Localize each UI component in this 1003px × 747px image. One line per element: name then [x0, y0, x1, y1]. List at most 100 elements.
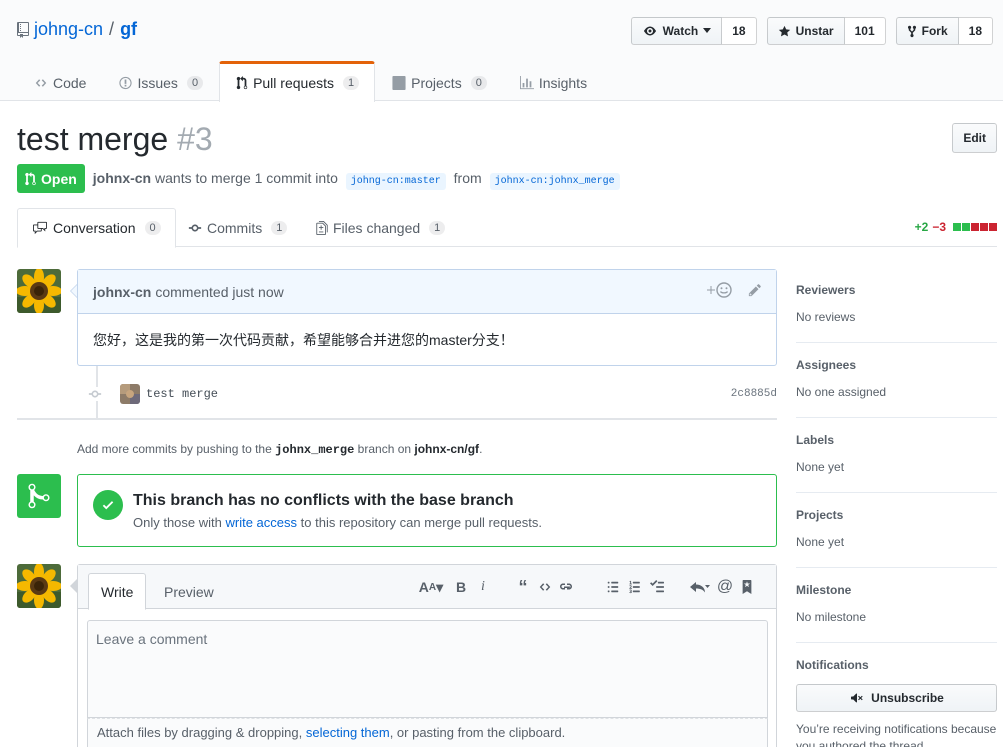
- notification-reason: You’re receiving notifications because y…: [796, 722, 997, 747]
- graph-icon: [519, 75, 534, 89]
- fork-count[interactable]: 18: [958, 17, 993, 45]
- text-size-icon[interactable]: A A ▾: [416, 577, 446, 597]
- add-reaction-icon[interactable]: [707, 282, 732, 298]
- watch-label: Watch: [662, 24, 699, 38]
- select-files-link[interactable]: selecting them: [306, 725, 390, 740]
- repo-owner-link[interactable]: johng-cn: [34, 19, 103, 40]
- sidebar-assignees[interactable]: Assignees No one assigned: [796, 358, 997, 418]
- write-tab[interactable]: Write: [88, 573, 147, 610]
- commit-sha[interactable]: 2c8885d: [731, 388, 777, 400]
- tab-commits[interactable]: Commits 1: [173, 208, 302, 247]
- file-diff-icon: [316, 220, 328, 235]
- sidebar-reviewers[interactable]: Reviewers No reviews: [796, 283, 997, 343]
- reviewers-heading: Reviewers: [796, 283, 856, 297]
- pr-title-text: test merge: [17, 121, 169, 157]
- code-icon[interactable]: [534, 577, 556, 597]
- quote-icon[interactable]: “: [512, 577, 534, 597]
- labels-heading: Labels: [796, 433, 835, 447]
- new-comment-header: Write Preview A A ▾ B i “ @: [78, 565, 776, 610]
- comment-author-link[interactable]: johnx-cn: [93, 284, 151, 300]
- avatar[interactable]: [17, 269, 61, 313]
- labels-value: None yet: [796, 460, 845, 474]
- new-comment-form: Write Preview A A ▾ B i “ @ Leave a comm…: [77, 564, 777, 747]
- bookmark-icon[interactable]: [736, 577, 758, 597]
- pr-meta-text: wants to merge 1 commit into: [155, 170, 338, 186]
- repo-actions: Watch 18 Unstar 101 Fork 18: [621, 17, 993, 45]
- pr-author-link[interactable]: johnx-cn: [93, 170, 151, 186]
- tab-files-changed[interactable]: Files changed 1: [301, 208, 460, 247]
- sunflower-avatar-icon: [17, 269, 61, 313]
- repo-nav: Code Issues 0 Pull requests 1 Projects 0…: [17, 61, 603, 102]
- repo-name-link[interactable]: gf: [120, 19, 137, 40]
- attach-prefix: Attach files by dragging & dropping,: [97, 725, 303, 740]
- assignees-heading: Assignees: [796, 358, 857, 372]
- italic-icon[interactable]: i: [472, 577, 494, 597]
- commits-counter: 1: [271, 220, 288, 235]
- link-icon[interactable]: [556, 577, 578, 597]
- comment-textarea[interactable]: Leave a comment: [87, 620, 768, 718]
- code-icon: [35, 78, 47, 87]
- tab-files-label: Files changed: [333, 219, 421, 236]
- head-branch-ref[interactable]: johnx-cn:johnx_merge: [489, 173, 620, 190]
- files-counter: 1: [429, 220, 446, 235]
- eye-icon: [643, 26, 656, 36]
- watch-button[interactable]: Watch: [630, 17, 723, 45]
- diffstat[interactable]: +2 −3: [915, 220, 997, 234]
- pull-request-icon: [25, 171, 36, 185]
- pr-number: #3: [177, 121, 213, 157]
- unsubscribe-label: Unsubscribe: [871, 691, 944, 705]
- write-access-link[interactable]: write access: [226, 515, 298, 530]
- push-hint: Add more commits by pushing to the johnx…: [77, 442, 482, 457]
- mute-icon: [851, 693, 863, 703]
- sidebar-milestone[interactable]: Milestone No milestone: [796, 583, 997, 643]
- tab-projects[interactable]: Projects 0: [375, 61, 503, 101]
- conversation-counter: 0: [144, 221, 161, 235]
- issue-icon: [119, 76, 133, 89]
- fork-label: Fork: [921, 24, 948, 38]
- task-list-icon[interactable]: [646, 577, 668, 597]
- preview-tab[interactable]: Preview: [152, 573, 226, 610]
- push-hint-middle: branch on: [357, 442, 412, 456]
- diffstat-block-added: [953, 223, 961, 231]
- unordered-list-icon[interactable]: [602, 577, 624, 597]
- tab-code-label: Code: [53, 74, 87, 91]
- bold-icon[interactable]: B: [450, 577, 472, 597]
- reply-icon[interactable]: [686, 577, 714, 597]
- tab-insights-label: Insights: [538, 74, 588, 91]
- tab-commits-label: Commits: [207, 219, 263, 236]
- repo-icon: [17, 21, 29, 38]
- push-hint-repo: johnx-cn/gf: [414, 442, 480, 456]
- tab-issues[interactable]: Issues 0: [102, 61, 219, 101]
- base-branch-ref[interactable]: johng-cn:master: [345, 173, 446, 190]
- projects-counter: 0: [470, 75, 487, 90]
- sidebar-notifications: Notifications Unsubscribe You’re receivi…: [796, 658, 997, 747]
- star-count[interactable]: 101: [844, 17, 886, 45]
- avatar[interactable]: [17, 564, 61, 608]
- ordered-list-icon[interactable]: [624, 577, 646, 597]
- watch-count[interactable]: 18: [722, 17, 757, 45]
- sidebar-labels[interactable]: Labels None yet: [796, 433, 997, 493]
- edit-title-button[interactable]: Edit: [952, 123, 997, 153]
- commit-author-avatar[interactable]: [120, 384, 140, 404]
- unstar-button[interactable]: Unstar: [766, 17, 845, 45]
- pencil-icon[interactable]: [748, 283, 762, 297]
- star-icon: [778, 25, 790, 36]
- comment-time[interactable]: commented just now: [155, 284, 283, 300]
- watch-group: Watch 18: [630, 17, 757, 45]
- tab-pull-requests[interactable]: Pull requests 1: [219, 61, 376, 102]
- sidebar-projects[interactable]: Projects None yet: [796, 508, 997, 568]
- diffstat-deletions: −3: [932, 220, 946, 234]
- tab-code[interactable]: Code: [17, 61, 102, 101]
- merge-status-subtitle: Only those with write access to this rep…: [133, 515, 542, 530]
- commit-message[interactable]: test merge: [146, 387, 218, 401]
- mention-icon[interactable]: @: [714, 577, 736, 597]
- file-attach-area[interactable]: Attach files by dragging & dropping, sel…: [87, 718, 768, 747]
- tab-insights[interactable]: Insights: [503, 61, 603, 101]
- tab-conversation[interactable]: Conversation 0: [17, 208, 176, 248]
- fork-button[interactable]: Fork: [895, 17, 959, 45]
- diffstat-block-deleted: [980, 223, 988, 231]
- chevron-down-icon: [703, 28, 712, 33]
- merge-status-title: This branch has no conflicts with the ba…: [133, 492, 514, 509]
- unsubscribe-button[interactable]: Unsubscribe: [796, 684, 997, 712]
- diffstat-additions: +2: [914, 220, 929, 234]
